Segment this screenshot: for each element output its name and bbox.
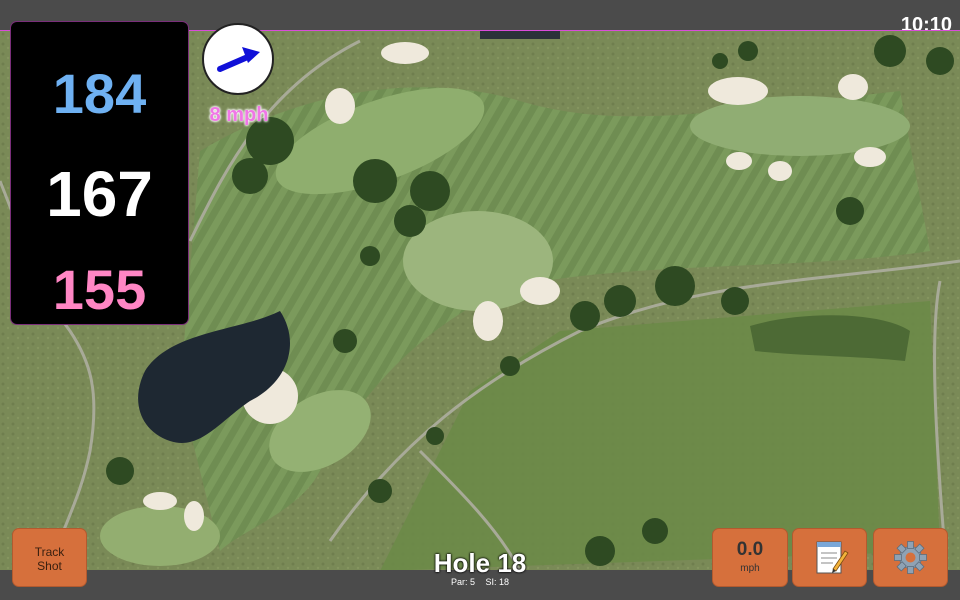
speed-button[interactable]: 0.0 mph: [712, 528, 788, 587]
distance-front: 155: [52, 258, 147, 321]
speed-value: 0.0: [736, 539, 764, 560]
hole-title: Hole 18: [433, 548, 527, 578]
distance-back: 184: [52, 62, 147, 125]
wind-speed-label: 8 mph: [209, 104, 269, 126]
distance-middle: 167: [46, 158, 153, 230]
track-shot-label-line2: Shot: [37, 559, 62, 573]
settings-button[interactable]: [873, 528, 948, 587]
speed-unit: mph: [740, 563, 760, 574]
notes-button[interactable]: [792, 528, 867, 587]
distance-panel: 184 167 155: [11, 22, 188, 324]
wind-direction-dial: [202, 23, 274, 95]
track-shot-button[interactable]: Track Shot: [12, 528, 87, 587]
gear-icon: [894, 541, 927, 574]
hole-stroke-index: SI: 18: [485, 577, 510, 587]
notepad-icon: [816, 541, 849, 574]
track-shot-label-line1: Track: [34, 545, 65, 559]
wind-arrow-icon: [217, 47, 260, 72]
hole-par: Par: 5: [450, 577, 475, 587]
hole-meta: Par: 5 SI: 18: [400, 577, 560, 587]
